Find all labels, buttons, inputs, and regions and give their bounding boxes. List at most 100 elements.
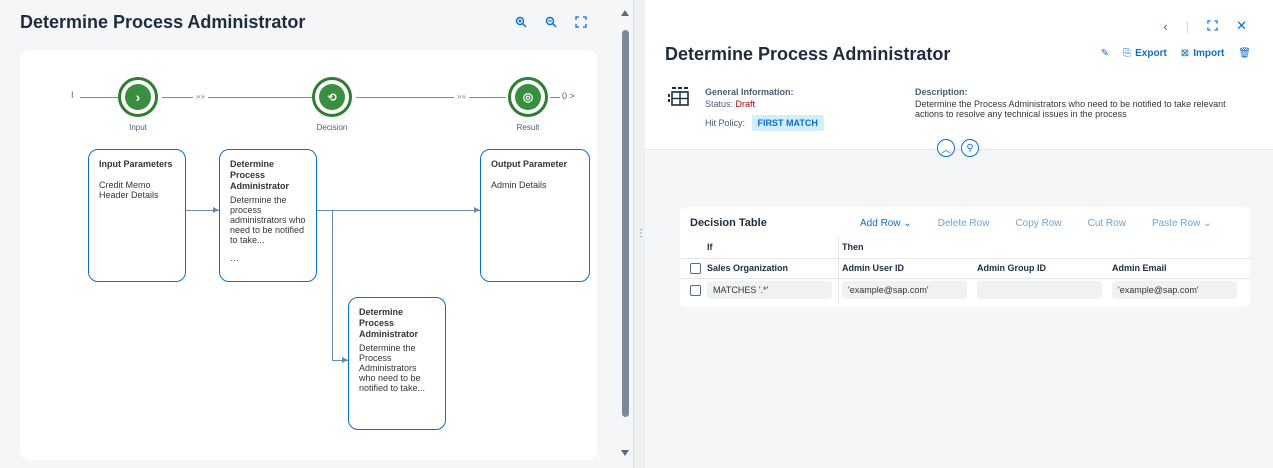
- decision-table-icon: [667, 85, 691, 115]
- chevrons-icon: »»: [454, 92, 469, 101]
- card-body: Credit Memo Header Details: [99, 180, 159, 200]
- table-cell[interactable]: [977, 281, 1102, 299]
- target-icon: ◎: [515, 84, 541, 110]
- pane-splitter[interactable]: ⋮: [633, 0, 646, 468]
- table-actions: Add Row ⌄ Delete Row Copy Row Cut Row Pa…: [860, 218, 1211, 229]
- trash-icon: 🗑: [1238, 48, 1251, 59]
- row-checkbox[interactable]: [690, 280, 701, 300]
- fullscreen-icon[interactable]: [1207, 19, 1218, 34]
- detail-title: Determine Process Administrator: [665, 44, 951, 64]
- output-parameter-card[interactable]: Output Parameter Admin Details: [480, 149, 590, 282]
- card-title: Output Parameter: [491, 159, 568, 169]
- decision-node[interactable]: ⟲: [312, 77, 352, 117]
- scroll-down-icon[interactable]: [621, 450, 629, 456]
- decision-table-title: Decision Table: [690, 217, 767, 229]
- decision-icon: ⟲: [319, 84, 345, 110]
- flow-end-marker: 0 >: [562, 91, 575, 101]
- export-button[interactable]: ⎘ Export: [1123, 48, 1167, 59]
- pin-icon: ⚲: [966, 142, 974, 154]
- flow-canvas: I »» »» 0 > › Input ⟲ Decision ◎ Result …: [20, 50, 597, 460]
- card-extra: …: [230, 253, 239, 263]
- card-body: Admin Details: [491, 180, 547, 190]
- hit-policy-row: Hit Policy: FIRST MATCH: [705, 115, 824, 131]
- card-body: Determine the Process Administrators who…: [359, 343, 426, 393]
- export-icon: ⎘: [1123, 48, 1132, 59]
- if-header: If: [707, 242, 713, 252]
- status-label: Status:: [705, 99, 734, 109]
- header-toggle-buttons: ︿ ⚲: [937, 139, 979, 157]
- back-icon[interactable]: ‹: [1163, 19, 1167, 34]
- description-text: Determine the Process Administrators who…: [915, 99, 1226, 119]
- decision-card-secondary[interactable]: Determine Process Administrator Determin…: [348, 297, 446, 430]
- description-heading: Description:: [915, 87, 968, 97]
- decision-node-label: Decision: [316, 123, 348, 132]
- divider: |: [1185, 18, 1190, 34]
- scroll-thumb[interactable]: [622, 30, 629, 417]
- flow-pane: Determine Process Administrator I »» »» …: [0, 0, 617, 468]
- hit-policy-badge: FIRST MATCH: [751, 115, 824, 131]
- decision-table-toolbar: Decision Table Add Row ⌄ Delete Row Copy…: [690, 217, 1240, 233]
- delete-row-button[interactable]: Delete Row: [938, 218, 990, 229]
- cut-row-button[interactable]: Cut Row: [1088, 218, 1126, 229]
- flow-start-marker: I: [71, 90, 74, 100]
- input-node-label: Input: [129, 123, 147, 132]
- vertical-scrollbar[interactable]: [617, 0, 633, 468]
- column-header[interactable]: Admin User ID: [842, 258, 904, 278]
- export-label: Export: [1135, 48, 1167, 59]
- general-information: General Information: Status: Draft Hit P…: [705, 87, 824, 137]
- flow-toolbar: [513, 14, 589, 30]
- hit-policy-label: Hit Policy:: [705, 118, 746, 128]
- page-title: Determine Process Administrator: [20, 12, 306, 32]
- column-header-row: Sales Organization Admin User ID Admin G…: [680, 258, 1250, 278]
- select-all-checkbox[interactable]: [690, 258, 701, 278]
- table-cell[interactable]: 'example@sap.com': [842, 281, 967, 299]
- copy-row-button[interactable]: Copy Row: [1015, 218, 1061, 229]
- card-body: Determine the process administrators who…: [230, 195, 306, 245]
- fit-to-screen-icon[interactable]: [573, 14, 589, 30]
- decision-table: Decision Table Add Row ⌄ Delete Row Copy…: [680, 207, 1250, 307]
- chevron-down-icon: ⌄: [903, 218, 912, 229]
- zoom-in-icon[interactable]: [513, 14, 529, 30]
- group-header-row: If Then: [680, 237, 1250, 257]
- paste-row-button[interactable]: Paste Row ⌄: [1152, 218, 1212, 229]
- status-value: Draft: [735, 99, 756, 109]
- object-header: ‹ | ✕ Determine Process Administrator ✎ …: [645, 0, 1273, 150]
- input-node[interactable]: ›: [118, 77, 158, 117]
- table-row[interactable]: MATCHES '.*' 'example@sap.com' 'example@…: [680, 280, 1250, 300]
- card-title: Determine Process Administrator: [359, 307, 419, 339]
- chevron-right-icon: ›: [125, 84, 151, 110]
- pin-header-button[interactable]: ⚲: [961, 139, 979, 157]
- input-parameters-card[interactable]: Input Parameters Credit Memo Header Deta…: [88, 149, 186, 282]
- result-node-label: Result: [516, 123, 540, 132]
- import-button[interactable]: ⊠ Import: [1181, 48, 1225, 59]
- detail-pane: ‹ | ✕ Determine Process Administrator ✎ …: [645, 0, 1273, 468]
- collapse-header-button[interactable]: ︿: [937, 139, 955, 157]
- then-header: Then: [842, 242, 864, 252]
- chevron-up-icon: ︿: [941, 144, 951, 156]
- column-header[interactable]: Admin Email: [1112, 258, 1167, 278]
- import-icon: ⊠: [1180, 48, 1190, 59]
- import-label: Import: [1193, 48, 1225, 59]
- result-node[interactable]: ◎: [508, 77, 548, 117]
- table-cell[interactable]: 'example@sap.com': [1112, 281, 1237, 299]
- description-section: Description: Determine the Process Admin…: [915, 87, 1235, 119]
- close-icon[interactable]: ✕: [1236, 18, 1247, 34]
- delete-button[interactable]: 🗑: [1238, 48, 1251, 59]
- add-row-button[interactable]: Add Row ⌄: [860, 218, 912, 229]
- card-title: Determine Process Administrator: [230, 159, 290, 191]
- header-actions: ✎ ⎘ Export ⊠ Import 🗑: [1101, 48, 1251, 59]
- table-cell[interactable]: MATCHES '.*': [707, 281, 832, 299]
- column-header[interactable]: Admin Group ID: [977, 258, 1046, 278]
- chevron-down-icon: ⌄: [1203, 218, 1212, 229]
- chevrons-icon: »»: [193, 92, 208, 101]
- card-title: Input Parameters: [99, 159, 173, 169]
- decision-card[interactable]: Determine Process Administrator Determin…: [219, 149, 317, 282]
- status-row: Status: Draft: [705, 99, 824, 109]
- pencil-icon: ✎: [1100, 48, 1110, 59]
- general-info-heading: General Information:: [705, 87, 794, 97]
- column-header[interactable]: Sales Organization: [707, 258, 788, 278]
- scroll-up-icon[interactable]: [621, 10, 629, 16]
- header-nav: ‹ | ✕: [1163, 18, 1247, 34]
- zoom-out-icon[interactable]: [543, 14, 559, 30]
- edit-button[interactable]: ✎: [1101, 48, 1109, 59]
